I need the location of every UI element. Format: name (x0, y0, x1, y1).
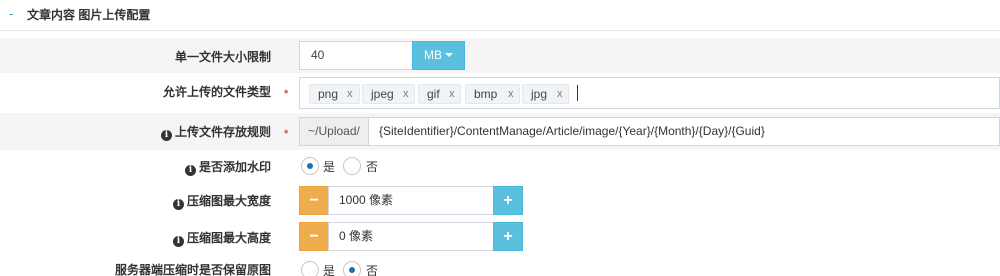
tag-label: bmp (474, 87, 498, 101)
row-max-height: i 压缩图最大高度 − 0 像素 + (0, 220, 1000, 256)
size-limit-label: 单一文件大小限制 (174, 50, 271, 64)
tag-label: gif (427, 87, 440, 101)
max-height-decrement-button[interactable]: − (299, 222, 329, 251)
text-cursor (577, 85, 578, 101)
collapse-toggle-icon[interactable]: - (9, 7, 21, 21)
info-icon: i (184, 165, 196, 176)
storage-rule-label-text: 上传文件存放规则 (174, 125, 271, 139)
max-height-label: i 压缩图最大高度 (172, 231, 271, 247)
row-watermark: i 是否添加水印 是 否 (0, 150, 1000, 184)
watermark-label-text: 是否添加水印 (198, 160, 271, 174)
unit-dropdown-button[interactable]: MB (412, 41, 465, 70)
info-icon: i (172, 199, 184, 210)
row-size-limit: 单一文件大小限制 40 MB (0, 38, 1000, 73)
storage-rule-label: i 上传文件存放规则 (160, 125, 271, 141)
tag-bmp: bmp x (465, 84, 520, 104)
tag-jpeg: jpeg x (362, 84, 415, 104)
watermark-no-radio[interactable] (343, 157, 361, 175)
required-marker: * (284, 128, 289, 140)
keep-original-no-label[interactable]: 否 (366, 264, 378, 276)
max-width-increment-button[interactable]: + (493, 186, 523, 215)
section-header: - 文章内容 图片上传配置 (0, 0, 1000, 31)
storage-path-input[interactable]: {SiteIdentifier}/ContentManage/Article/i… (368, 117, 1000, 146)
keep-original-label: 服务器端压缩时是否保留原图 (114, 263, 271, 276)
file-types-tag-input[interactable]: png x jpeg x gif x bmp x jpg x (299, 77, 1000, 109)
max-height-label-text: 压缩图最大高度 (186, 231, 271, 245)
keep-original-yes-radio[interactable] (301, 261, 319, 276)
section-title: 文章内容 图片上传配置 (27, 8, 151, 22)
remove-tag-icon[interactable]: x (449, 85, 455, 103)
row-keep-original: 服务器端压缩时是否保留原图 是 否 (0, 258, 1000, 276)
remove-tag-icon[interactable]: x (403, 85, 409, 103)
tag-png: png x (309, 84, 360, 104)
tag-label: jpeg (371, 87, 394, 101)
remove-tag-icon[interactable]: x (508, 85, 514, 103)
tag-label: jpg (531, 87, 548, 101)
watermark-no-label[interactable]: 否 (366, 160, 378, 174)
keep-original-no-radio[interactable] (343, 261, 361, 276)
info-icon: i (160, 130, 172, 141)
size-limit-input[interactable]: 40 (299, 41, 413, 70)
max-height-increment-button[interactable]: + (493, 222, 523, 251)
max-width-input[interactable]: 1000 像素 (328, 186, 494, 215)
remove-tag-icon[interactable]: x (557, 85, 563, 103)
watermark-label: i 是否添加水印 (184, 160, 271, 176)
row-max-width: i 压缩图最大宽度 − 1000 像素 + (0, 184, 1000, 220)
max-height-input[interactable]: 0 像素 (328, 222, 494, 251)
unit-label: MB (424, 48, 442, 62)
max-width-decrement-button[interactable]: − (299, 186, 329, 215)
tag-jpg: jpg x (522, 84, 569, 104)
path-prefix-addon: ~/Upload/ (299, 117, 369, 146)
max-width-label: i 压缩图最大宽度 (172, 194, 271, 210)
keep-original-yes-label[interactable]: 是 (323, 264, 335, 276)
watermark-yes-label[interactable]: 是 (323, 160, 335, 174)
file-types-label: 允许上传的文件类型 (162, 85, 271, 99)
info-icon: i (172, 236, 184, 247)
remove-tag-icon[interactable]: x (347, 85, 353, 103)
tag-label: png (318, 87, 339, 101)
watermark-yes-radio[interactable] (301, 157, 319, 175)
tag-gif: gif x (418, 84, 461, 104)
chevron-down-icon (445, 53, 453, 57)
required-marker: * (284, 88, 289, 100)
max-width-label-text: 压缩图最大宽度 (186, 194, 271, 208)
